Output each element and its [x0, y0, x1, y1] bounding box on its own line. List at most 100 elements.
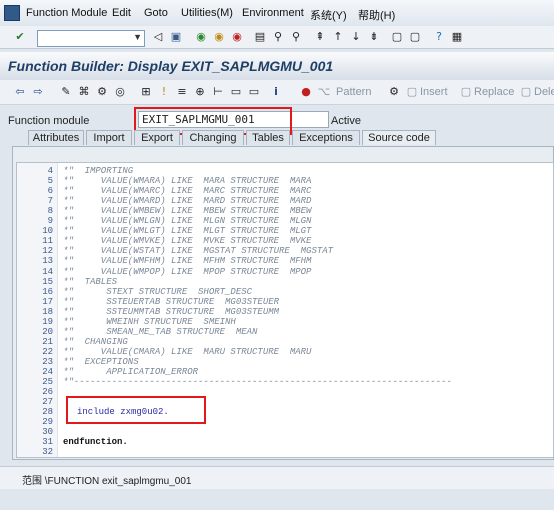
pattern-button[interactable]: Pattern — [336, 86, 371, 98]
create-session-icon[interactable]: ▢ — [389, 29, 405, 45]
menu-function-module[interactable]: Function Module — [26, 7, 107, 19]
line-text: *" CHANGING — [63, 336, 128, 347]
line-text: *" SMEAN_ME_TAB STRUCTURE MEAN — [63, 326, 258, 337]
find-next-icon[interactable]: ⚲ — [288, 29, 304, 45]
line-text: *" VALUE(WMBEW) LIKE MBEW STRUCTURE MBEW — [63, 206, 312, 217]
line-number: 32 — [42, 447, 53, 458]
print-icon[interactable]: ▤ — [252, 29, 268, 45]
line-text: *" VALUE(WMFHM) LIKE MFHM STRUCTURE MFHM — [63, 256, 312, 267]
line-text: *" VALUE(WMARC) LIKE MARC STRUCTURE MARC — [63, 186, 312, 197]
status-label: Active — [331, 115, 361, 127]
line-number: 14 — [42, 266, 53, 277]
other-object-icon[interactable]: ⌘ — [76, 84, 92, 100]
menu-system[interactable]: 系统(Y) — [310, 7, 347, 23]
line-text: *" EXCEPTIONS — [63, 356, 139, 367]
back-arrow-icon[interactable]: ⇦ — [12, 84, 28, 100]
layout-icon[interactable]: ▭ — [246, 84, 262, 100]
hierarchy-icon[interactable]: ⊢ — [210, 84, 226, 100]
replace-button[interactable]: Replace — [474, 86, 514, 98]
line-number: 8 — [47, 206, 53, 217]
exit-icon[interactable]: ◉ — [211, 29, 227, 45]
save-icon[interactable]: ▣ — [168, 29, 184, 45]
command-dropdown-icon[interactable]: ▼ — [133, 32, 142, 42]
line-text: *"--------------------------------------… — [63, 377, 452, 388]
line-number: 21 — [42, 336, 53, 347]
tab-changing[interactable]: Changing — [182, 130, 244, 145]
line-number: 29 — [42, 417, 53, 428]
line-number: 11 — [42, 236, 53, 247]
tab-tables[interactable]: Tables — [246, 130, 290, 145]
line-text: *" APPLICATION_ERROR — [63, 367, 199, 377]
command-field[interactable]: ▼ — [37, 30, 145, 47]
insert-icon[interactable]: ▢ — [404, 84, 420, 100]
tab-attributes[interactable]: Attributes — [28, 130, 84, 145]
line-text: *" WMEINH STRUCTURE SMEINH — [63, 316, 236, 327]
application-toolbar: ⇦ ⇨ ✎ ⌘ ⚙ ◎ ⊞ ! ≡ ⊕ ⊢ ▭ ▭ i ● ⌥ Pattern … — [0, 80, 554, 105]
pattern-icon[interactable]: ⌥ — [316, 84, 332, 100]
menu-utilities[interactable]: Utilities(M) — [181, 7, 233, 19]
first-page-icon[interactable]: ⇞ — [312, 29, 328, 45]
line-number: 17 — [42, 296, 53, 307]
enter-icon[interactable]: ✔ — [12, 29, 28, 45]
line-text: *" VALUE(WMARD) LIKE MARD STRUCTURE MARD — [63, 196, 312, 207]
status-bar: 范围 \FUNCTION exit_saplmgmu_001 — [0, 466, 554, 489]
line-number: 24 — [42, 367, 53, 377]
navigation-icon[interactable]: ⊕ — [192, 84, 208, 100]
line-text: *" VALUE(WMLGN) LIKE MLGN STRUCTURE MLGN — [63, 216, 312, 227]
menu-edit[interactable]: Edit — [112, 7, 131, 19]
page-title: Function Builder: Display EXIT_SAPLMGMU_… — [8, 58, 334, 74]
menu-environment[interactable]: Environment — [242, 7, 304, 19]
line-number: 16 — [42, 286, 53, 297]
tab-export[interactable]: Export — [134, 130, 180, 145]
info-icon[interactable]: i — [268, 84, 284, 100]
next-page-icon[interactable]: ↓ — [348, 29, 364, 45]
line-number: 5 — [47, 176, 53, 187]
line-number: 10 — [42, 226, 53, 237]
line-number: 19 — [42, 316, 53, 327]
help-icon[interactable]: ? — [431, 29, 447, 45]
tab-import[interactable]: Import — [86, 130, 132, 145]
line-number: 28 — [42, 407, 53, 418]
line-text: *" SSTEUMMTAB STRUCTURE MG03STEUMM — [63, 306, 280, 317]
tab-exceptions[interactable]: Exceptions — [292, 130, 360, 145]
window-icon[interactable]: ▭ — [228, 84, 244, 100]
line-number: 22 — [42, 346, 53, 357]
last-page-icon[interactable]: ⇟ — [366, 29, 382, 45]
line-text: *" TABLES — [63, 276, 118, 287]
tab-source-code[interactable]: Source code — [362, 130, 436, 145]
previous-page-icon[interactable]: ↑ — [330, 29, 346, 45]
object-list-icon[interactable]: ≡ — [174, 84, 190, 100]
replace-icon[interactable]: ▢ — [458, 84, 474, 100]
delete-button[interactable]: Dele — [534, 86, 554, 98]
activate-icon[interactable]: ◎ — [112, 84, 128, 100]
menu-bar: Function Module Edit Goto Utilities(M) E… — [0, 0, 554, 27]
breakpoint-icon[interactable]: ● — [298, 84, 314, 100]
shortcut-icon[interactable]: ▢ — [407, 29, 423, 45]
line-number: 4 — [47, 166, 53, 176]
line-number: 25 — [42, 377, 53, 388]
line-text: *" VALUE(WMVKE) LIKE MVKE STRUCTURE MVKE — [63, 236, 312, 247]
line-number: 18 — [42, 306, 53, 317]
line-number: 23 — [42, 356, 53, 367]
line-text: endfunction. — [63, 437, 128, 448]
test-icon[interactable]: ! — [156, 84, 172, 100]
insert-button[interactable]: Insert — [420, 86, 448, 98]
display-change-icon[interactable]: ✎ — [58, 84, 74, 100]
menu-help[interactable]: 帮助(H) — [358, 7, 395, 23]
line-number: 12 — [42, 246, 53, 257]
where-used-icon[interactable]: ⊞ — [138, 84, 154, 100]
line-text: *" VALUE(WSTAT) LIKE MGSTAT STRUCTURE MG… — [63, 246, 334, 257]
line-number: 26 — [42, 387, 53, 398]
sap-menu-icon[interactable] — [4, 5, 20, 21]
pretty-printer-icon[interactable]: ⚙ — [386, 84, 402, 100]
menu-goto[interactable]: Goto — [144, 7, 168, 19]
find-icon[interactable]: ⚲ — [270, 29, 286, 45]
line-number: 7 — [47, 196, 53, 207]
delete-icon[interactable]: ▢ — [518, 84, 534, 100]
forward-arrow-icon[interactable]: ⇨ — [30, 84, 46, 100]
back-icon[interactable]: ◉ — [193, 29, 209, 45]
back-nav-icon[interactable]: ◁ — [150, 29, 166, 45]
cancel-icon[interactable]: ◉ — [229, 29, 245, 45]
customize-layout-icon[interactable]: ▦ — [449, 29, 465, 45]
check-icon[interactable]: ⚙ — [94, 84, 110, 100]
